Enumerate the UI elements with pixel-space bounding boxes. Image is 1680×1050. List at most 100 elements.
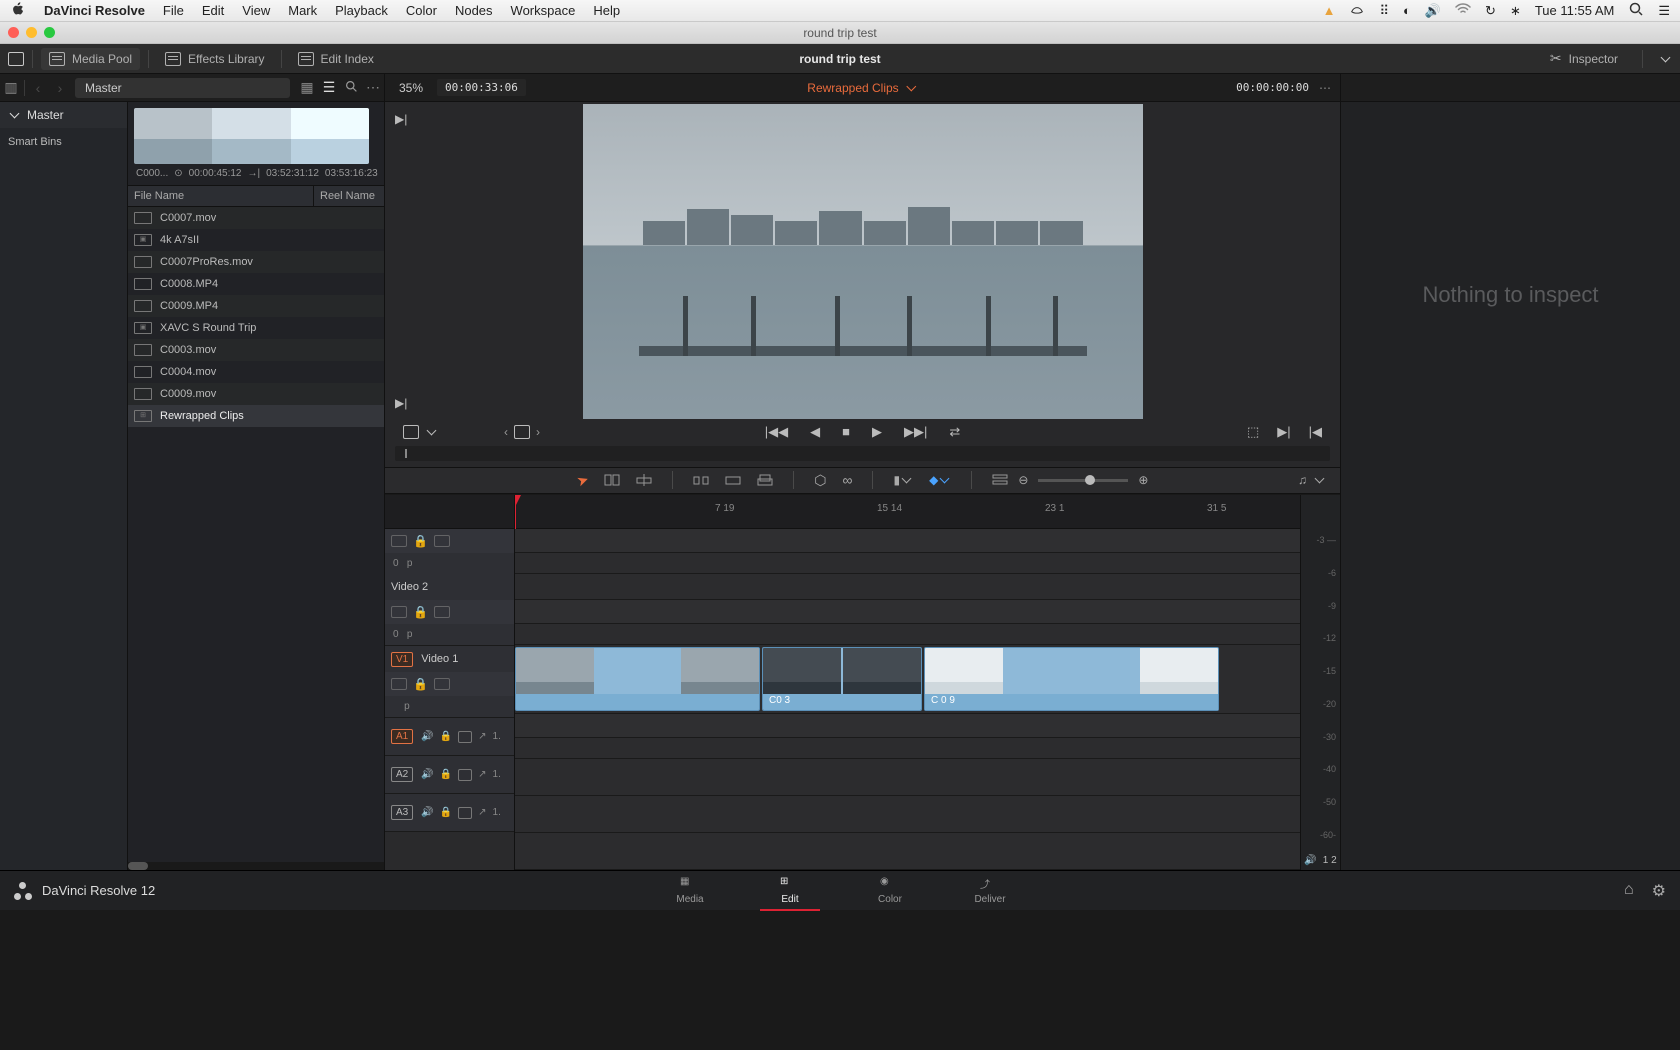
clip-thumbnail[interactable] [134, 108, 369, 164]
snapping-icon[interactable]: ⬡ [814, 472, 826, 489]
notification-center-icon[interactable]: ☰ [1658, 3, 1670, 19]
col-filename[interactable]: File Name [128, 186, 314, 206]
window-close-button[interactable] [8, 27, 19, 38]
col-reelname[interactable]: Reel Name [314, 186, 384, 206]
play-button[interactable]: ▶ [872, 424, 882, 440]
lock-icon[interactable]: 🔒 [440, 731, 452, 742]
zoom-out-button[interactable]: ⊖ [1018, 473, 1028, 487]
view-list-icon[interactable]: ☰ [318, 79, 340, 96]
page-tab-deliver[interactable]: ⤴Deliver [940, 871, 1040, 911]
dropbox-icon[interactable]: ⠿ [1379, 3, 1389, 19]
jog-bar[interactable] [395, 446, 1330, 461]
bin-breadcrumb[interactable]: Master [75, 78, 290, 98]
track-enable-icon[interactable] [391, 535, 407, 547]
menu-color[interactable]: Color [406, 3, 437, 18]
wifi-icon[interactable] [1455, 1, 1471, 20]
media-list-row[interactable]: C0009.MP4 [128, 295, 384, 317]
window-minimize-button[interactable] [26, 27, 37, 38]
bin-nav-fwd[interactable]: › [49, 80, 71, 96]
link-icon[interactable]: ∞ [843, 472, 853, 488]
track-label-v2[interactable]: Video 2 [391, 581, 428, 593]
menu-playback[interactable]: Playback [335, 3, 388, 18]
timemachine-icon[interactable]: ↻ [1485, 3, 1496, 19]
playhead[interactable] [515, 495, 521, 507]
track-label-v1[interactable]: Video 1 [421, 653, 458, 665]
apple-menu-icon[interactable] [10, 1, 26, 20]
bin-nav-back[interactable]: ‹ [27, 80, 49, 96]
viewer-clip-selector[interactable]: Rewrapped Clips [807, 81, 917, 95]
media-list-row[interactable]: ▣XAVC S Round Trip [128, 317, 384, 339]
timeline-clip[interactable]: C 0 9 [924, 647, 1219, 711]
bin-options-icon[interactable]: ⋯ [362, 79, 384, 96]
media-pool-toggle[interactable]: Media Pool [41, 48, 140, 70]
flag-dropdown[interactable]: ▮ [893, 473, 913, 487]
step-back-button[interactable]: ◀ [810, 424, 820, 440]
bin-layout-icon[interactable]: ▥ [0, 79, 22, 96]
menu-help[interactable]: Help [593, 3, 620, 18]
prev-edit-button[interactable]: ▶| [1277, 424, 1290, 440]
stop-button[interactable]: ■ [842, 424, 850, 439]
marker-dropdown[interactable]: ◆ [929, 473, 951, 487]
sidebar-root-bin[interactable]: Master [0, 102, 127, 128]
track-dest-v1[interactable]: V1 [391, 652, 413, 667]
track-enable-icon[interactable] [391, 678, 407, 690]
layout-preset-icon[interactable] [8, 52, 24, 66]
expand-icon[interactable] [1659, 52, 1672, 66]
sidebar-smart-bins[interactable]: Smart Bins [0, 128, 127, 156]
first-frame-icon[interactable]: ▶| [395, 112, 407, 126]
meter-volume-icon[interactable]: 🔊 [1304, 855, 1316, 866]
timeline-view-options-icon[interactable] [992, 473, 1008, 487]
timeline-clip[interactable]: C0 3 [762, 647, 922, 711]
track-dest-a3[interactable]: A3 [391, 805, 413, 820]
project-settings-icon[interactable]: ⚙ [1652, 881, 1666, 901]
menu-file[interactable]: File [163, 3, 184, 18]
inspector-toggle[interactable]: ✂Inspector [1542, 46, 1626, 71]
nvidia-icon[interactable] [1349, 1, 1365, 20]
track-dest-a2[interactable]: A2 [391, 767, 413, 782]
menu-edit[interactable]: Edit [202, 3, 224, 18]
page-tab-color[interactable]: ◉Color [840, 871, 940, 911]
media-list-row[interactable]: C0008.MP4 [128, 273, 384, 295]
media-list-row[interactable]: C0007ProRes.mov [128, 251, 384, 273]
menu-view[interactable]: View [242, 3, 270, 18]
overwrite-clip-icon[interactable] [725, 473, 741, 487]
zoom-slider[interactable] [1038, 479, 1128, 482]
media-pool-scrollbar[interactable] [128, 862, 384, 870]
clock[interactable]: Tue 11:55 AM [1535, 3, 1615, 18]
source-viewer[interactable]: ▶| ▶| [385, 102, 1340, 420]
window-zoom-button[interactable] [44, 27, 55, 38]
bluetooth-icon[interactable]: ∗ [1510, 3, 1521, 19]
lock-icon[interactable]: 🔒 [413, 534, 428, 548]
menu-workspace[interactable]: Workspace [511, 3, 576, 18]
page-tab-edit[interactable]: ⊞Edit [740, 871, 840, 911]
auto-select-icon[interactable] [434, 535, 450, 547]
zoom-in-button[interactable]: ⊕ [1138, 473, 1148, 487]
timeline-ruler[interactable]: 7 19 15 14 23 1 31 5 [515, 495, 1300, 529]
lock-icon[interactable]: 🔒 [413, 605, 428, 619]
menu-nodes[interactable]: Nodes [455, 3, 493, 18]
auto-select-icon[interactable] [434, 606, 450, 618]
home-icon[interactable]: ⌂ [1624, 881, 1634, 901]
match-frame-icon[interactable] [403, 425, 419, 439]
display-icon[interactable]: ◐ [1403, 3, 1411, 18]
trim-tool-icon[interactable] [604, 473, 620, 487]
timeline-lanes[interactable]: 7 19 15 14 23 1 31 5 C0 3C 0 9 [515, 495, 1300, 870]
edit-index-toggle[interactable]: Edit Index [290, 48, 382, 70]
selection-tool-icon[interactable]: ➤ [574, 470, 591, 490]
viewer-options-icon[interactable]: ⋯ [1319, 81, 1332, 95]
replace-clip-icon[interactable] [757, 473, 773, 487]
media-list-row[interactable]: C0007.mov [128, 207, 384, 229]
menu-mark[interactable]: Mark [288, 3, 317, 18]
insert-overlay-icon[interactable]: ⬚ [1247, 424, 1259, 440]
search-icon[interactable] [340, 80, 362, 96]
viewer-zoom[interactable]: 35% [393, 81, 429, 95]
insert-clip-icon[interactable] [693, 473, 709, 487]
spotlight-icon[interactable] [1628, 1, 1644, 20]
next-edit-button[interactable]: |◀ [1309, 424, 1322, 440]
status-icon[interactable]: ▲ [1323, 3, 1336, 18]
volume-icon[interactable]: 🔊 [1425, 3, 1441, 19]
view-thumbnails-icon[interactable]: ▦ [296, 79, 318, 96]
loop-button[interactable]: ⇄ [949, 424, 960, 440]
media-list-row[interactable]: ▣4k A7sII [128, 229, 384, 251]
audio-mixer-icon[interactable]: ♫ [1298, 473, 1307, 487]
